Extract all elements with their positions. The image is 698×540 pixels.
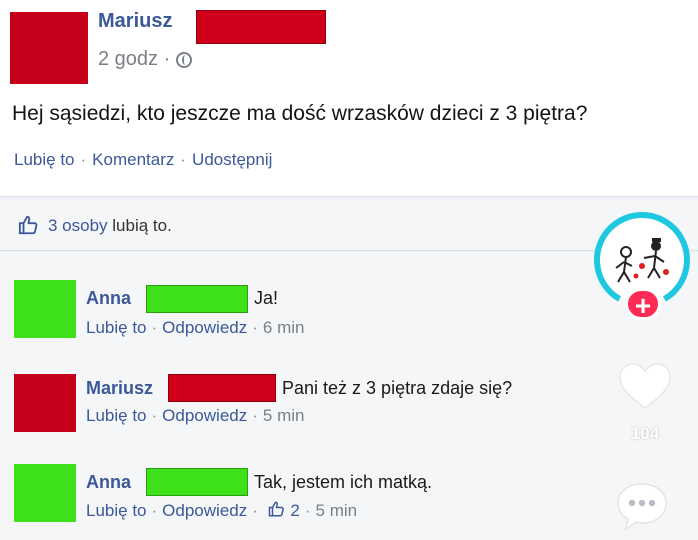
separator: · xyxy=(151,501,158,520)
likes-count[interactable]: 3 osoby lubią to. xyxy=(48,216,172,236)
post-body: Hej sąsiedzi, kto jeszcze ma dość wrzask… xyxy=(12,102,588,125)
comment-time: 5 min xyxy=(315,501,358,520)
post-time-text: 2 godz · xyxy=(98,48,171,70)
post-timestamp: 2 godz · xyxy=(98,48,193,71)
comments-section: Anna Ja! Lubię to · Odpowiedz · 6 min Marius… xyxy=(0,252,698,540)
commenter-avatar[interactable] xyxy=(14,374,76,432)
likes-summary-bar: 3 osoby lubią to. xyxy=(0,200,698,251)
post-actions-bar: Lubię to · Komentarz · Udostępnij xyxy=(14,150,272,170)
commenter-name[interactable]: Anna xyxy=(86,288,131,309)
comment-reaction-count[interactable]: 2 xyxy=(290,501,299,520)
separator: · xyxy=(252,501,258,520)
comment-like-link[interactable]: Lubię to xyxy=(86,501,147,520)
commenter-name[interactable]: Mariusz xyxy=(86,378,153,399)
separator: · xyxy=(180,150,187,169)
redacted-surname-block xyxy=(146,468,248,496)
post-author-name[interactable]: Mariusz xyxy=(98,10,172,33)
separator: · xyxy=(80,150,87,169)
post-author-avatar[interactable] xyxy=(10,12,88,84)
comment-like-link[interactable]: Lubię to xyxy=(86,318,147,337)
separator: · xyxy=(151,406,158,425)
comment-reply-link[interactable]: Odpowiedz xyxy=(162,318,247,337)
post-share-link[interactable]: Udostępnij xyxy=(192,150,272,169)
facebook-post: Mariusz 2 godz · Hej sąsiedzi, kto jeszc… xyxy=(0,0,698,197)
comment-text: Ja! xyxy=(254,288,279,308)
commenter-name[interactable]: Anna xyxy=(86,472,131,493)
post-comment-link[interactable]: Komentarz xyxy=(92,150,174,169)
comment-bubble-icon[interactable] xyxy=(614,480,670,532)
globe-icon xyxy=(176,51,193,68)
separator: · xyxy=(151,318,158,337)
comment-item: Anna Tak, jestem ich matką. Lubię to · Odp… xyxy=(0,436,698,522)
likes-suffix: lubią to. xyxy=(112,216,172,235)
like-count: 104 xyxy=(630,424,660,443)
comment-actions: Lubię to · Odpowiedz · 6 min xyxy=(86,318,304,338)
follow-plus-icon[interactable]: + xyxy=(625,288,661,321)
comment-time: 5 min xyxy=(262,406,305,425)
commenter-avatar[interactable] xyxy=(14,280,76,338)
thumbs-up-icon xyxy=(18,215,38,235)
comment-actions: Lubię to · Odpowiedz · 5 min xyxy=(86,406,304,426)
comment-item: Mariusz Pani też z 3 piętra zdaje się? L… xyxy=(0,346,698,432)
commenter-avatar[interactable] xyxy=(14,464,76,522)
redacted-surname-block xyxy=(168,374,276,402)
screenshot-frame: Mariusz 2 godz · Hej sąsiedzi, kto jeszc… xyxy=(0,0,698,540)
separator: · xyxy=(252,406,258,425)
post-like-link[interactable]: Lubię to xyxy=(14,150,75,169)
separator: · xyxy=(304,501,311,520)
comment-text: Pani też z 3 piętra zdaje się? xyxy=(282,378,513,398)
comment-time: 6 min xyxy=(262,318,305,337)
comment-text: Tak, jestem ich matką. xyxy=(254,472,433,492)
likes-count-link[interactable]: 3 osoby xyxy=(48,216,108,235)
comment-reply-link[interactable]: Odpowiedz xyxy=(162,406,247,425)
thumbs-up-icon xyxy=(268,501,284,517)
heart-icon[interactable] xyxy=(618,362,672,412)
redacted-surname-block xyxy=(146,285,248,313)
comment-reply-link[interactable]: Odpowiedz xyxy=(162,501,247,520)
separator: · xyxy=(252,318,258,337)
comment-like-link[interactable]: Lubię to xyxy=(86,406,147,425)
redacted-surname-block xyxy=(196,10,326,44)
comment-actions: Lubię to · Odpowiedz · 2 · 5 min xyxy=(86,500,357,521)
